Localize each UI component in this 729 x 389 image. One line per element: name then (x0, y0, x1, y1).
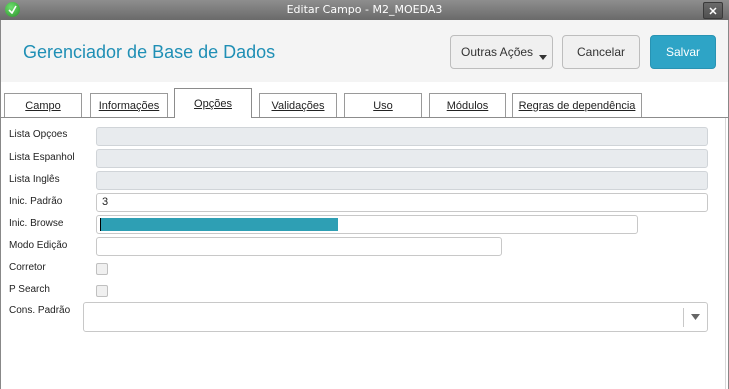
tab-uso[interactable]: Uso (344, 93, 422, 117)
modo-edicao-field[interactable] (96, 237, 502, 256)
cancel-button[interactable]: Cancelar (562, 35, 640, 69)
label-cons-padrao: Cons. Padrão (9, 305, 71, 316)
tab-campo[interactable]: Campo (4, 93, 82, 117)
tab-modulos[interactable]: Módulos (429, 93, 506, 117)
corretor-checkbox[interactable] (96, 263, 108, 275)
label-lista-ingles: Lista Inglês (9, 174, 60, 185)
select-arrow-icon (691, 314, 700, 320)
label-corretor: Corretor (9, 262, 46, 273)
lista-espanhol-field[interactable] (96, 149, 708, 168)
p-search-checkbox[interactable] (96, 285, 108, 297)
close-button[interactable] (703, 2, 723, 19)
inic-browse-field[interactable] (96, 215, 638, 234)
cons-padrao-select[interactable] (83, 302, 708, 332)
label-inic-padrao: Inic. Padrão (9, 196, 63, 207)
dialog-window: Gerenciador de Base de Dados Outras Açõe… (0, 20, 729, 389)
save-button[interactable]: Salvar (650, 35, 716, 69)
label-inic-browse: Inic. Browse (9, 218, 64, 229)
other-actions-button[interactable]: Outras Ações (450, 35, 553, 69)
text-selection (100, 218, 338, 231)
text-cursor (100, 218, 101, 231)
tab-opcoes[interactable]: Opções (174, 88, 252, 118)
label-modo-edicao: Modo Edição (9, 240, 68, 251)
label-p-search: P Search (9, 284, 50, 295)
tab-validacoes[interactable]: Validações (259, 93, 337, 117)
label-lista-espanhol: Lista Espanhol (9, 152, 75, 163)
close-icon (709, 7, 717, 15)
select-divider (683, 308, 684, 327)
other-actions-label: Outras Ações (461, 45, 534, 59)
title-bar: Editar Campo - M2_MOEDA3 (0, 0, 729, 21)
lista-opcoes-field[interactable] (96, 127, 708, 146)
window-title: Editar Campo - M2_MOEDA3 (286, 3, 443, 16)
tab-regras-dependencia[interactable]: Regras de dependência (512, 93, 642, 117)
lista-ingles-field[interactable] (96, 171, 708, 190)
options-form: Lista Opçoes Lista Espanhol Lista Inglês… (1, 118, 728, 389)
dropdown-caret-icon (539, 55, 547, 60)
page-title: Gerenciador de Base de Dados (23, 42, 276, 62)
header: Gerenciador de Base de Dados Outras Açõe… (1, 20, 728, 82)
inic-padrao-field[interactable]: 3 (96, 193, 708, 212)
tab-informacoes[interactable]: Informações (90, 93, 168, 117)
label-lista-opcoes: Lista Opçoes (9, 129, 68, 140)
